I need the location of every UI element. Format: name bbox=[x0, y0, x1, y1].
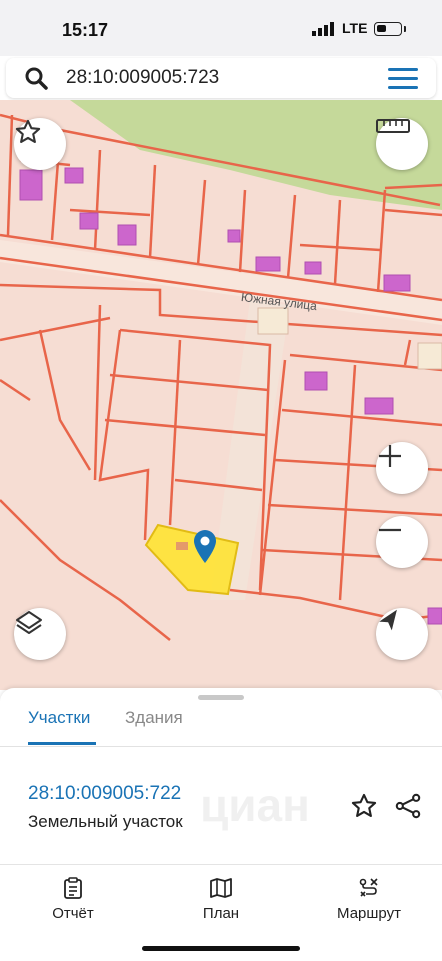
divider bbox=[0, 746, 442, 747]
zoom-out-button[interactable] bbox=[376, 516, 428, 568]
navigation-arrow-icon bbox=[379, 609, 397, 631]
search-input[interactable]: 28:10:009005:723 bbox=[66, 67, 219, 89]
nav-report-label: Отчёт bbox=[52, 905, 94, 922]
menu-icon[interactable] bbox=[388, 68, 418, 90]
parcel-type: Земельный участок bbox=[28, 812, 183, 831]
tab-parcels[interactable]: Участки bbox=[28, 708, 90, 728]
plus-icon bbox=[379, 445, 401, 467]
layers-icon bbox=[16, 611, 42, 634]
status-bar: 15:17 LTE bbox=[0, 0, 442, 56]
parcel-sheet: Участки Здания циан 28:10:009005:722 Зем… bbox=[0, 688, 442, 864]
share-icon[interactable] bbox=[394, 792, 422, 820]
report-icon bbox=[64, 877, 82, 899]
tab-buildings[interactable]: Здания bbox=[125, 708, 183, 728]
battery-icon bbox=[374, 22, 402, 36]
map-icon bbox=[210, 878, 232, 898]
star-icon bbox=[15, 119, 41, 143]
nav-route[interactable]: Маршрут bbox=[314, 877, 424, 922]
signal-icon bbox=[312, 22, 334, 36]
favorite-button[interactable] bbox=[14, 118, 66, 170]
search-icon bbox=[25, 67, 48, 90]
my-location-button[interactable] bbox=[376, 608, 428, 660]
nav-report[interactable]: Отчёт bbox=[18, 877, 128, 922]
minus-icon bbox=[379, 528, 401, 532]
ruler-button[interactable] bbox=[376, 118, 428, 170]
home-indicator[interactable] bbox=[142, 946, 300, 951]
tab-indicator bbox=[28, 742, 96, 745]
nav-route-label: Маршрут bbox=[337, 905, 401, 922]
parcel-number-link[interactable]: 28:10:009005:722 bbox=[28, 783, 181, 805]
cadastral-map bbox=[0, 100, 442, 641]
search-bar[interactable]: 28:10:009005:723 bbox=[6, 58, 436, 98]
route-icon bbox=[359, 878, 378, 897]
layers-button[interactable] bbox=[14, 608, 66, 660]
sheet-grabber[interactable] bbox=[198, 695, 244, 700]
nav-plan-label: План bbox=[202, 905, 240, 922]
nav-plan[interactable]: План bbox=[166, 877, 276, 922]
star-icon[interactable] bbox=[350, 792, 378, 820]
network-label: LTE bbox=[342, 20, 368, 36]
watermark: циан bbox=[200, 779, 310, 831]
zoom-in-button[interactable] bbox=[376, 442, 428, 494]
map-view[interactable]: Южная улица bbox=[0, 100, 442, 690]
ruler-icon bbox=[376, 119, 410, 133]
status-time: 15:17 bbox=[62, 20, 109, 40]
